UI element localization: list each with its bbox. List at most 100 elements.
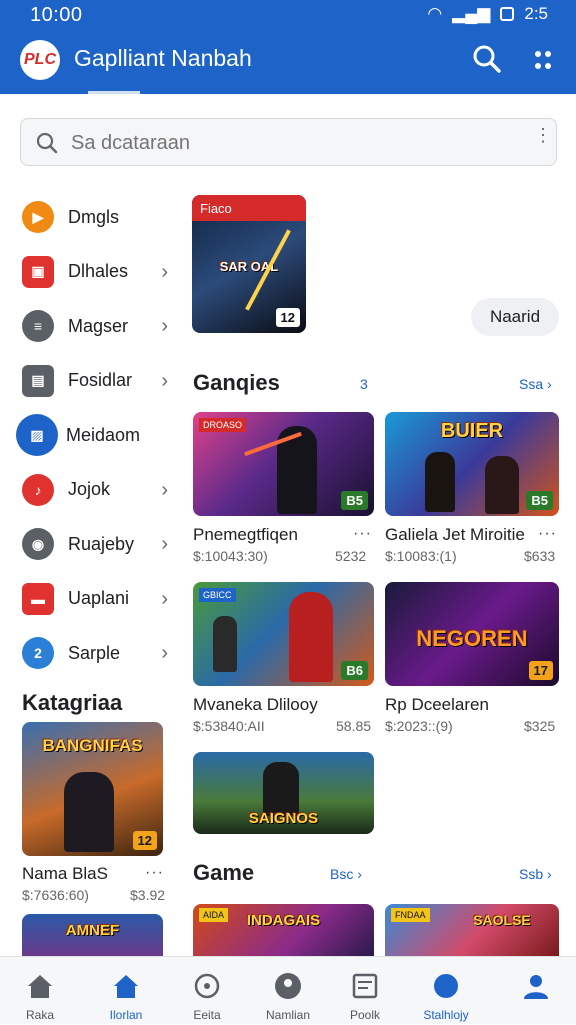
list-icon [352,973,378,999]
nav-item-stalhlojy[interactable]: Stalhlojy [406,957,486,1025]
sidebar-item-ruajeby[interactable]: ◉ Ruajeby › [18,517,180,572]
game-price: 5232 [335,548,367,564]
category-card-price: $3.92 [130,887,166,903]
home-icon [28,975,52,998]
sidebar-item-sarple[interactable]: 2 Sarple › [18,626,180,681]
chevron-right-icon: › [161,315,168,337]
game-card-cover[interactable]: SAIGNOS [193,752,374,834]
sample-badge: 2 [34,645,42,662]
game-card-cover[interactable]: DROASO B5 [193,412,374,516]
music-icon: ♪ [22,473,54,506]
rating-badge: 12 [275,308,300,327]
rating-badge: 17 [528,661,553,680]
chevron-right-icon: › [161,260,168,283]
sidebar-item-dlhales[interactable]: ▣ Dlhales › [18,245,180,300]
game-art: AIDA INDAGAIS [193,904,374,956]
bottom-navigation: Raka Ilorlan Eeita Namlian Poolk Stalhlo… [0,956,576,1024]
category-card-cover[interactable]: BANGNIFAS 12 [22,722,163,856]
search-icon [36,132,58,154]
sidebar-item-dmgls[interactable]: ▶ Dmgls [18,190,180,245]
category-card-meta: $:7636:60) [22,887,89,903]
rating-badge: B6 [341,661,368,680]
see-all-link[interactable]: Ssb › [519,866,552,882]
nav-label: Eeita [193,1008,221,1022]
category-card-art-text: BANGNIFAS [42,736,143,755]
nav-item-eeita[interactable]: Eeita [167,957,247,1025]
nav-item-profile[interactable] [496,957,576,1025]
category-card-cover-2[interactable]: AMNEF [22,914,163,956]
more-options-icon[interactable]: ··· [145,864,164,882]
game-card-cover[interactable]: AIDA INDAGAIS [193,904,374,956]
section-indicator: 3 [360,376,368,392]
character-silhouette [263,762,299,816]
compass-icon [194,973,220,999]
game-title[interactable]: Mvaneka Dlilooy [193,695,318,715]
rating-badge: B5 [526,491,553,510]
nav-item-namlian[interactable]: Namlian [248,957,328,1025]
featured-tag: Fiaco [192,195,306,221]
image-icon: ▨ [16,414,58,457]
nav-item-poolk[interactable]: Poolk [325,957,405,1025]
featured-card[interactable]: Fiaco SAR OAL 12 [192,195,306,333]
category-card-art-2: AMNEF [22,914,163,956]
game-art-text: SAIGNOS [248,810,319,827]
nav-item-raka[interactable]: Raka [0,957,80,1025]
nav-label: Namlian [265,1008,310,1022]
game-art: SAIGNOS [193,752,374,834]
game-title[interactable]: Galiela Jet Miroitie [385,525,525,545]
nav-item-ilorlan[interactable]: Ilorlan [86,957,166,1025]
game-tag: GBICC [199,588,236,602]
game-card-cover[interactable]: BUIER B5 [385,412,559,516]
game-card-cover[interactable]: NEGOREN 17 [385,582,559,686]
chevron-right-icon: › [161,369,168,392]
search-button[interactable] [470,42,504,76]
game-art-text: NEGOREN [416,626,528,651]
tab-indicator [88,91,140,94]
sidebar-item-label: Dmgls [68,206,120,227]
section-title: Game [193,860,255,885]
nav-label: Stalhlojy [423,1008,469,1022]
game-title[interactable]: Pnemegtfiqen [193,525,298,545]
game-card-cover[interactable]: GBICC B6 [193,582,374,686]
location-icon [275,973,301,999]
tv-icon: ▣ [22,255,54,288]
category-card-title[interactable]: Nama BlaS [22,864,108,884]
see-all-text: Bsc [330,866,354,882]
rating-badge: B5 [341,491,368,510]
game-art-text: INDAGAIS [246,912,321,929]
see-all-link[interactable]: Bsc › [330,866,362,882]
wifi-icon: ◠ [427,4,443,23]
sidebar-item-label: Magser [68,315,129,336]
character-silhouette [289,592,333,682]
sidebar-item-meidaom[interactable]: ▨ Meidaom [16,408,180,463]
sidebar-item-uaplani[interactable]: ▬ Uaplani › [18,572,180,627]
game-art-text: BUIER [440,420,504,442]
character-silhouette [485,456,519,514]
document-icon: ≡ [22,310,54,343]
profile-icon [524,975,548,999]
search-input[interactable] [71,129,501,157]
nav-label: Raka [25,1008,54,1022]
game-art: DROASO B5 [193,412,374,516]
sidebar-item-magser[interactable]: ≡ Magser › [18,299,180,354]
rating-badge: 12 [132,831,157,850]
game-card-cover[interactable]: FNDAA SAOLSE [385,904,559,956]
sidebar-item-label: Dlhales [68,261,129,282]
grid-dots-icon [535,51,551,69]
game-tag: FNDAA [391,908,430,922]
app-bar: PLC Gaplliant Nanbah [0,30,576,94]
sidebar-item-fosidlar[interactable]: ▤ Fosidlar › [18,354,180,409]
see-all-link[interactable]: Ssa › [519,376,552,392]
featured-art-text: SAR OAL [219,259,279,274]
featured-action-button[interactable]: Naarid [471,298,559,336]
see-all-text: Ssa [519,376,544,392]
sidebar: ▶ Dmgls ▣ Dlhales › ≡ Magser › ▤ Fosidla… [16,190,180,681]
sidebar-item-jojok[interactable]: ♪ Jojok › [18,463,180,518]
game-title[interactable]: Rp Dceelaren [385,695,489,715]
search-options-icon[interactable]: ⋮ [534,126,552,155]
more-options-icon[interactable]: ··· [538,525,557,543]
more-button[interactable] [528,44,558,76]
game-meta: $:53840:AII [193,718,265,734]
game-meta: $:2023::(9) [385,718,453,734]
more-options-icon[interactable]: ··· [353,525,372,543]
